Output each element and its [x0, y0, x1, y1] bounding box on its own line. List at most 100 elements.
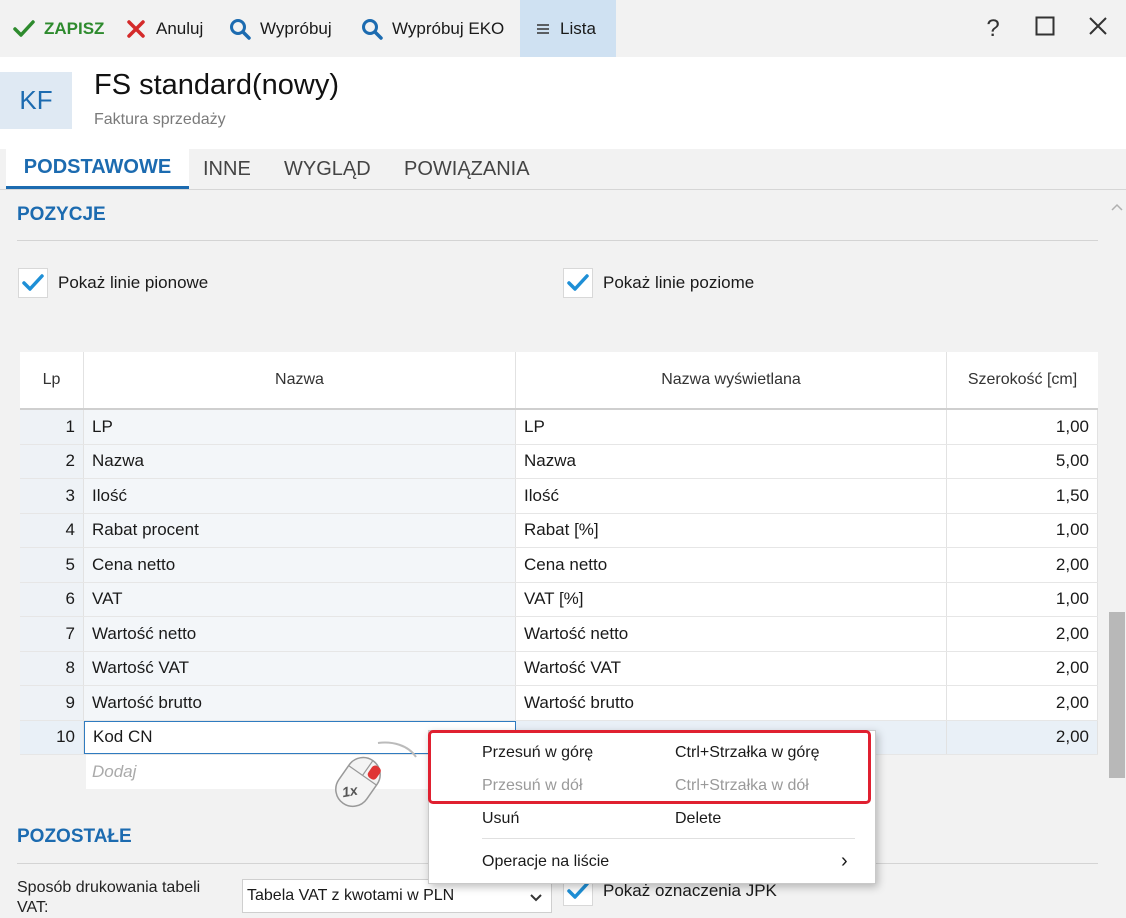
help-icon: ?	[986, 14, 1000, 42]
close-icon	[124, 19, 148, 39]
cell-szerokosc[interactable]: 1,50	[947, 479, 1098, 513]
mouse-hint-icon: 1x	[326, 733, 422, 817]
cell-szerokosc[interactable]: 2,00	[947, 548, 1098, 582]
cell-szerokosc[interactable]: 1,00	[947, 410, 1098, 444]
menu-item-move-down[interactable]: Przesuń w dół Ctrl+Strzałka w dół	[429, 769, 875, 802]
tab-inne[interactable]: INNE	[203, 149, 251, 189]
select-value: Tabela VAT z kwotami w PLN	[247, 887, 455, 904]
cell-szerokosc[interactable]: 2,00	[947, 720, 1098, 754]
column-header-nazwa[interactable]: Nazwa	[84, 352, 516, 408]
cell-nazwa[interactable]: Wartość netto	[84, 617, 516, 651]
document-header: KF FS standard(nowy) Faktura sprzedaży	[0, 57, 1126, 149]
cell-nazwa-wyswietlana[interactable]: LP	[516, 410, 947, 444]
help-button[interactable]: ?	[973, 0, 1013, 57]
cancel-button[interactable]: Anuluj	[124, 0, 203, 57]
page-title: FS standard(nowy)	[94, 69, 339, 101]
cell-szerokosc[interactable]: 2,00	[947, 686, 1098, 720]
tab-powiazania[interactable]: POWIĄZANIA	[404, 149, 530, 189]
page-subtitle: Faktura sprzedaży	[94, 111, 226, 128]
cell-nazwa-wyswietlana[interactable]: Wartość brutto	[516, 686, 947, 720]
scrollbar-thumb[interactable]	[1109, 612, 1125, 778]
chevron-up-icon[interactable]	[1111, 198, 1123, 216]
cell-szerokosc[interactable]: 2,00	[947, 651, 1098, 685]
vat-table-label: Sposób drukowania tabeli VAT:	[17, 879, 201, 916]
vat-table-select[interactable]: Tabela VAT z kwotami w PLN	[242, 879, 552, 913]
section-title-pozostale: POZOSTAŁE	[17, 826, 132, 847]
column-header-lp[interactable]: Lp	[20, 352, 84, 408]
menu-item-label: Przesuń w dół	[482, 776, 583, 794]
cell-szerokosc[interactable]: 2,00	[947, 617, 1098, 651]
positions-grid: Lp Nazwa Nazwa wyświetlana Szerokość [cm…	[20, 352, 1098, 789]
cell-nazwa-wyswietlana[interactable]: Wartość netto	[516, 617, 947, 651]
show-vertical-lines-checkbox[interactable]: Pokaż linie pionowe	[18, 268, 208, 298]
check-icon	[18, 268, 48, 298]
try-button[interactable]: Wypróbuj	[228, 0, 332, 57]
table-row[interactable]: 3 Ilość Ilość 1,50	[20, 479, 1098, 514]
cell-lp: 10	[20, 720, 84, 754]
menu-item-label: Operacje na liście	[482, 852, 610, 870]
tab-podstawowe[interactable]: PODSTAWOWE	[6, 149, 189, 189]
checkbox-label: Pokaż linie poziome	[603, 273, 755, 292]
chevron-down-icon	[529, 890, 543, 908]
table-row[interactable]: 1 LP LP 1,00	[20, 410, 1098, 445]
table-row[interactable]: 5 Cena netto Cena netto 2,00	[20, 548, 1098, 583]
cell-lp: 8	[20, 651, 84, 685]
maximize-button[interactable]	[1025, 0, 1065, 57]
column-header-nazwa-wyswietlana[interactable]: Nazwa wyświetlana	[516, 352, 947, 408]
cell-nazwa[interactable]: Wartość VAT	[84, 651, 516, 685]
cell-nazwa-wyswietlana[interactable]: Wartość VAT	[516, 651, 947, 685]
table-row[interactable]: 2 Nazwa Nazwa 5,00	[20, 444, 1098, 479]
cell-nazwa[interactable]: Nazwa	[84, 444, 516, 478]
menu-icon	[534, 23, 552, 35]
cell-nazwa[interactable]: Cena netto	[84, 548, 516, 582]
save-button[interactable]: ZAPISZ	[12, 0, 104, 57]
cell-nazwa[interactable]: Wartość brutto	[84, 686, 516, 720]
close-window-button[interactable]	[1078, 0, 1118, 57]
cell-nazwa-wyswietlana[interactable]: VAT [%]	[516, 582, 947, 616]
cell-nazwa[interactable]: VAT	[84, 582, 516, 616]
cell-nazwa[interactable]: Ilość	[84, 479, 516, 513]
cell-lp: 1	[20, 410, 84, 444]
show-horizontal-lines-checkbox[interactable]: Pokaż linie poziome	[563, 268, 754, 298]
cell-lp: 9	[20, 686, 84, 720]
table-row[interactable]: 6 VAT VAT [%] 1,00	[20, 582, 1098, 617]
tab-label: WYGLĄD	[284, 157, 371, 180]
cell-nazwa-wyswietlana[interactable]: Rabat [%]	[516, 513, 947, 547]
cell-lp: 3	[20, 479, 84, 513]
tab-bar: PODSTAWOWE INNE WYGLĄD POWIĄZANIA	[0, 149, 1126, 190]
cell-nazwa-wyswietlana[interactable]: Nazwa	[516, 444, 947, 478]
checkbox-label: Pokaż linie pionowe	[58, 273, 209, 292]
cell-nazwa[interactable]: LP	[84, 410, 516, 444]
vertical-scrollbar[interactable]	[1108, 190, 1126, 910]
search-icon	[360, 18, 384, 40]
menu-item-move-up[interactable]: Przesuń w górę Ctrl+Strzałka w górę	[429, 736, 875, 769]
cell-nazwa-wyswietlana[interactable]: Ilość	[516, 479, 947, 513]
list-button[interactable]: Lista	[520, 0, 616, 57]
table-row[interactable]: 4 Rabat procent Rabat [%] 1,00	[20, 513, 1098, 548]
cell-nazwa[interactable]: Rabat procent	[84, 513, 516, 547]
mouse-hint-label: 1x	[340, 781, 359, 801]
cell-szerokosc[interactable]: 5,00	[947, 444, 1098, 478]
cell-nazwa-wyswietlana[interactable]: Cena netto	[516, 548, 947, 582]
column-header-szerokosc[interactable]: Szerokość [cm]	[947, 352, 1098, 408]
cancel-label: Anuluj	[156, 18, 204, 38]
cell-lp: 6	[20, 582, 84, 616]
menu-item-shortcut: Delete	[675, 809, 722, 827]
table-row[interactable]: 8 Wartość VAT Wartość VAT 2,00	[20, 651, 1098, 686]
context-menu: Przesuń w górę Ctrl+Strzałka w górę Prze…	[428, 730, 876, 884]
tab-wyglad[interactable]: WYGLĄD	[284, 149, 371, 189]
menu-item-shortcut: Ctrl+Strzałka w górę	[675, 743, 820, 761]
close-icon	[1088, 16, 1108, 41]
cell-szerokosc[interactable]: 1,00	[947, 582, 1098, 616]
menu-item-delete[interactable]: Usuń Delete	[429, 802, 875, 835]
cell-szerokosc[interactable]: 1,00	[947, 513, 1098, 547]
checkbox-label: Pokaż oznaczenia JPK	[603, 881, 777, 900]
try-eko-button[interactable]: Wypróbuj EKO	[360, 0, 504, 57]
menu-item-shortcut: Ctrl+Strzałka w dół	[675, 776, 809, 794]
table-row[interactable]: 7 Wartość netto Wartość netto 2,00	[20, 617, 1098, 652]
table-row[interactable]: 9 Wartość brutto Wartość brutto 2,00	[20, 686, 1098, 721]
menu-item-list-operations[interactable]: Operacje na liście ›	[429, 845, 875, 878]
try-label: Wypróbuj	[260, 18, 332, 38]
document-type-badge: KF	[0, 72, 72, 129]
cell-lp: 5	[20, 548, 84, 582]
